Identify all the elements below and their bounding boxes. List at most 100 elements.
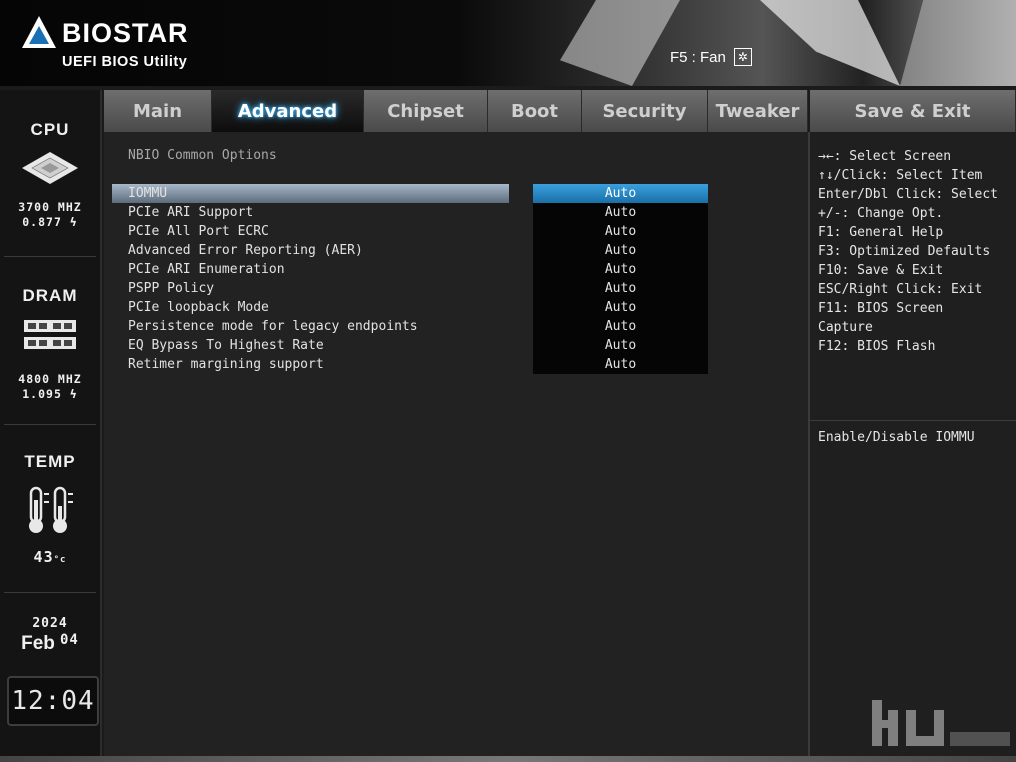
sidebar-divider <box>4 424 96 425</box>
temp-title: TEMP <box>24 452 76 471</box>
menu-tab-bar: Main Advanced Chipset Boot Security Twea… <box>104 90 1016 132</box>
option-label: PCIe ARI Support <box>128 205 254 220</box>
help-line: F12: BIOS Flash <box>818 339 936 354</box>
fan-control-button[interactable]: F5 : Fan ✲ <box>670 46 752 68</box>
help-line: +/-: Change Opt. <box>818 206 944 221</box>
dram-frequency: 4800 MHZ <box>18 372 82 386</box>
fan-icon: ✲ <box>733 48 752 66</box>
tab-main[interactable]: Main <box>104 90 212 132</box>
date-month: Feb <box>21 633 55 654</box>
row-highlight <box>112 184 509 203</box>
sidebar-divider <box>4 592 96 593</box>
cpu-title: CPU <box>30 120 70 139</box>
key-help-list: →←: Select Screen ↑↓/Click: Select Item … <box>818 147 998 356</box>
tab-label: Boot <box>510 100 559 122</box>
biostar-logo: BIOSTAR UEFI BIOS Utility <box>20 12 220 76</box>
clock-display: 12:04 <box>7 676 99 726</box>
help-divider <box>810 420 1016 421</box>
dram-voltage: 1.095 <box>22 387 62 401</box>
dram-monitor: DRAM 4800 MHZ 1.095 ϟ <box>0 286 100 402</box>
brand-subtitle: UEFI BIOS Utility <box>62 54 188 70</box>
dram-voltage-row: 1.095 ϟ <box>0 387 100 402</box>
option-label: PCIe ARI Enumeration <box>128 262 285 277</box>
option-label: PSPP Policy <box>128 281 215 296</box>
option-value-select[interactable]: Auto <box>533 317 708 336</box>
option-value-select[interactable]: Auto <box>533 184 708 203</box>
option-row-iommu[interactable]: IOMMU Auto <box>104 184 808 203</box>
option-row-pcie-all-port-ecrc[interactable]: PCIe All Port ECRC Auto <box>104 222 808 241</box>
date-display: 2024 Feb 04 <box>0 616 100 655</box>
dram-title: DRAM <box>22 286 78 305</box>
header-banner: BIOSTAR UEFI BIOS Utility F5 : Fan ✲ <box>0 0 1016 86</box>
date-day: 04 <box>60 632 79 648</box>
help-line: →←: Select Screen <box>818 149 952 164</box>
tab-advanced[interactable]: Advanced <box>212 90 364 132</box>
option-label: EQ Bypass To Highest Rate <box>128 338 324 353</box>
option-value-select[interactable]: Auto <box>533 241 708 260</box>
tab-tweaker[interactable]: Tweaker <box>708 90 808 132</box>
option-label: PCIe loopback Mode <box>128 300 269 315</box>
tab-label: Tweaker <box>715 100 800 122</box>
temperature-monitor: TEMP 43°c <box>0 452 100 568</box>
option-value-select[interactable]: Auto <box>533 222 708 241</box>
option-row-pcie-ari-support[interactable]: PCIe ARI Support Auto <box>104 203 808 222</box>
tab-chipset[interactable]: Chipset <box>364 90 488 132</box>
option-row-persistence-mode[interactable]: Persistence mode for legacy endpoints Au… <box>104 317 808 336</box>
tab-save-exit[interactable]: Save & Exit <box>810 90 1016 132</box>
option-row-pspp-policy[interactable]: PSPP Policy Auto <box>104 279 808 298</box>
tab-label: Save & Exit <box>854 100 971 122</box>
help-line: F1: General Help <box>818 225 944 240</box>
thermometer-icon <box>29 486 73 533</box>
help-line: ESC/Right Click: Exit <box>818 282 983 297</box>
help-line: ↑↓/Click: Select Item <box>818 168 983 183</box>
option-row-pcie-loopback-mode[interactable]: PCIe loopback Mode Auto <box>104 298 808 317</box>
temp-value: 43 <box>33 548 54 566</box>
sidebar-divider <box>4 256 96 257</box>
cpu-voltage-row: 0.877 ϟ <box>0 215 100 230</box>
help-line: Enter/Dbl Click: Select <box>818 187 999 202</box>
lightning-bolt-icon: ϟ <box>61 215 78 229</box>
help-line: Capture <box>818 320 873 335</box>
option-value-select[interactable]: Auto <box>533 279 708 298</box>
option-label: Persistence mode for legacy endpoints <box>128 319 418 334</box>
tab-security[interactable]: Security <box>582 90 708 132</box>
brand-name: BIOSTAR <box>62 18 189 48</box>
header-shard-decoration <box>560 0 680 86</box>
option-value-select[interactable]: Auto <box>533 336 708 355</box>
option-description: Enable/Disable IOMMU <box>818 430 975 445</box>
cpu-chip-icon <box>22 152 78 184</box>
option-row-retimer-margining[interactable]: Retimer margining support Auto <box>104 355 808 374</box>
option-value-select[interactable]: Auto <box>533 355 708 374</box>
help-line: F10: Save & Exit <box>818 263 944 278</box>
option-value-select[interactable]: Auto <box>533 260 708 279</box>
section-title: NBIO Common Options <box>128 148 277 163</box>
fan-control-label: F5 : Fan <box>670 48 726 66</box>
option-row-pcie-ari-enumeration[interactable]: PCIe ARI Enumeration Auto <box>104 260 808 279</box>
tab-label: Main <box>132 100 183 122</box>
lightning-bolt-icon: ϟ <box>61 387 78 401</box>
tab-label: Security <box>602 100 687 122</box>
tab-label: Advanced <box>237 100 338 122</box>
tab-boot[interactable]: Boot <box>488 90 582 132</box>
option-row-eq-bypass[interactable]: EQ Bypass To Highest Rate Auto <box>104 336 808 355</box>
temp-value-row: 43°c <box>0 550 100 568</box>
celsius-unit-icon: °c <box>53 555 67 565</box>
option-value-select[interactable]: Auto <box>533 298 708 317</box>
header-shard-decoration <box>900 0 1016 86</box>
cpu-monitor: CPU 3700 MHZ 0.877 ϟ <box>0 120 100 230</box>
hardware-monitor-sidebar: CPU 3700 MHZ 0.877 ϟ DRAM 4800 MHZ 1.095… <box>0 90 102 762</box>
memory-module-icon <box>24 320 76 349</box>
help-panel: →←: Select Screen ↑↓/Click: Select Item … <box>810 132 1016 757</box>
bottom-bar <box>0 756 1016 762</box>
date-year: 2024 <box>32 616 68 631</box>
option-label: Retimer margining support <box>128 357 324 372</box>
option-label: PCIe All Port ECRC <box>128 224 269 239</box>
header-shard-decoration <box>760 0 900 86</box>
option-label: IOMMU <box>128 186 168 201</box>
tab-label: Chipset <box>387 100 464 122</box>
watermark-logo-icon <box>872 700 1010 746</box>
settings-panel: NBIO Common Options IOMMU Auto PCIe ARI … <box>104 132 810 757</box>
option-row-aer[interactable]: Advanced Error Reporting (AER) Auto <box>104 241 808 260</box>
option-value-select[interactable]: Auto <box>533 203 708 222</box>
cpu-voltage: 0.877 <box>22 215 62 229</box>
